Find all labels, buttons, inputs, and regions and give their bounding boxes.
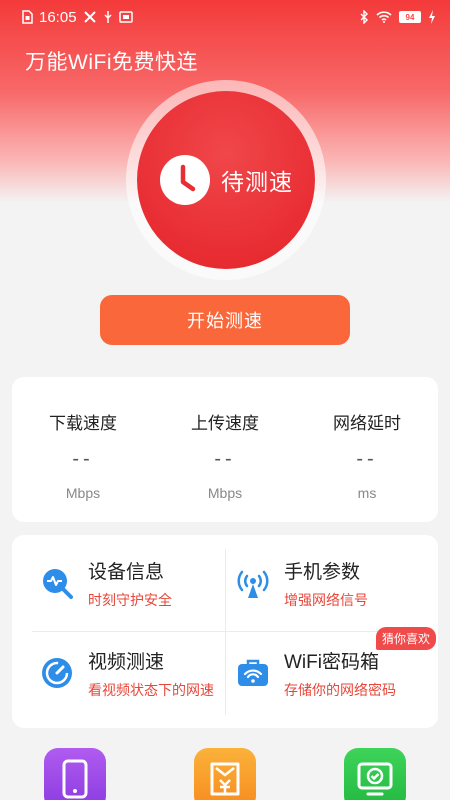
charging-icon <box>428 10 436 24</box>
speed-value: -- <box>214 448 236 470</box>
feature-phone-params[interactable]: 手机参数 增强网络信号 <box>236 543 436 623</box>
search-pulse-icon <box>43 569 73 599</box>
speed-results-card: 下载速度 -- Mbps 上传速度 -- Mbps 网络延时 -- ms <box>12 377 438 522</box>
feature-subtitle: 存储你的网络密码 <box>284 681 396 698</box>
feature-title: 设备信息 <box>88 561 165 583</box>
status-time: 16:05 <box>39 8 77 26</box>
feature-device-info[interactable]: 设备信息 时刻守护安全 <box>40 543 240 623</box>
nfc-icon <box>118 11 133 23</box>
speedometer-icon <box>42 658 72 688</box>
clock-icon <box>160 155 210 205</box>
feature-subtitle: 增强网络信号 <box>284 591 368 608</box>
latency: 网络延时 -- ms <box>296 377 438 522</box>
signal-tower-icon <box>237 570 269 598</box>
usb-icon <box>103 10 113 24</box>
speed-unit: Mbps <box>65 485 101 501</box>
download-speed: 下载速度 -- Mbps <box>12 377 154 522</box>
gauge-status: 待测速 <box>221 169 293 195</box>
tools-icon <box>83 10 97 24</box>
app-title: 万能WiFi免费快连 <box>25 51 198 74</box>
battery-icon: 94 <box>399 11 421 23</box>
feature-subtitle: 时刻守护安全 <box>88 591 172 608</box>
wifi-icon <box>376 11 392 23</box>
feature-title: 视频测速 <box>88 651 165 673</box>
speed-label: 网络延时 <box>333 414 401 433</box>
feature-title: WiFi密码箱 <box>284 651 379 673</box>
bottom-app-monitor[interactable] <box>344 748 406 800</box>
feature-title: 手机参数 <box>284 561 361 583</box>
speed-unit: ms <box>357 485 377 501</box>
features-card: 设备信息 时刻守护安全 手机参数 增强网络信号 视频测速 看视频状态下的网速 W… <box>12 535 438 728</box>
sim-icon <box>22 10 33 24</box>
feature-video-speedtest[interactable]: 视频测速 看视频状态下的网速 <box>40 633 240 713</box>
divider <box>32 631 418 632</box>
speed-label: 下载速度 <box>49 414 117 433</box>
phone-icon <box>62 759 88 799</box>
speed-value: -- <box>356 448 378 470</box>
bluetooth-icon <box>359 10 369 24</box>
status-bar: 16:05 94 <box>0 0 450 34</box>
recommend-badge: 猜你喜欢 <box>376 627 437 650</box>
yuan-card-icon <box>210 762 240 796</box>
speed-label: 上传速度 <box>191 414 259 433</box>
speed-value: -- <box>72 448 94 470</box>
bottom-app-phone[interactable] <box>44 748 106 800</box>
start-speedtest-button[interactable]: 开始测速 <box>100 295 350 345</box>
upload-speed: 上传速度 -- Mbps <box>154 377 296 522</box>
bottom-app-finance[interactable] <box>194 748 256 800</box>
wifi-briefcase-icon <box>238 659 268 686</box>
speed-gauge[interactable]: 待测速 <box>137 91 315 269</box>
speed-unit: Mbps <box>207 485 243 501</box>
feature-subtitle: 看视频状态下的网速 <box>88 681 214 698</box>
monitor-check-icon <box>357 762 393 796</box>
